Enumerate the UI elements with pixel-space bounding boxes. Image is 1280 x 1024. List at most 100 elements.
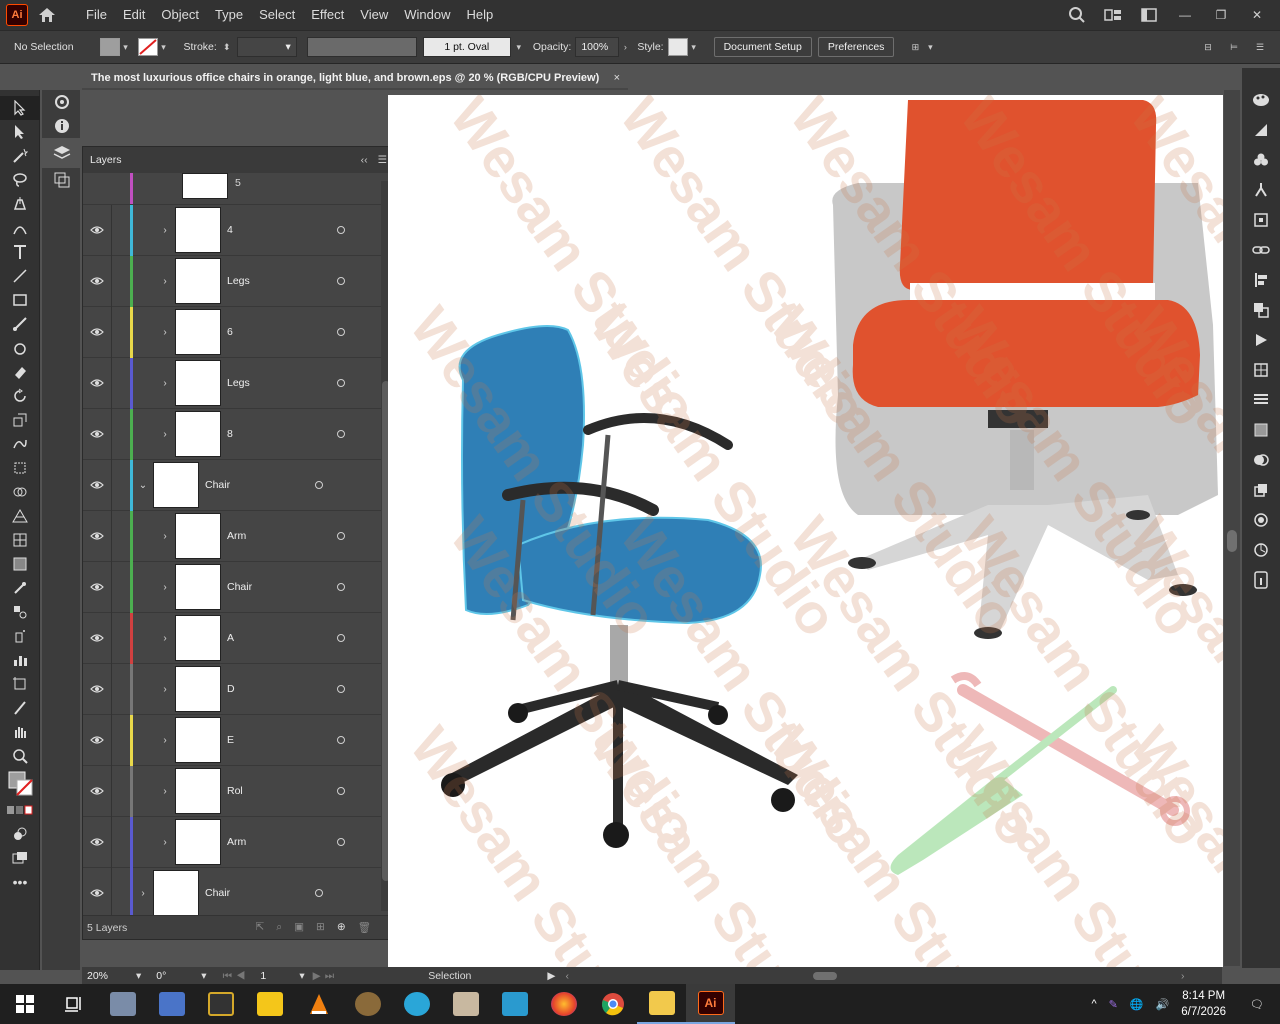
first-artboard-icon[interactable]: ⏮◀ bbox=[223, 970, 250, 983]
layer-row[interactable]: › E bbox=[83, 714, 381, 766]
volume-icon[interactable]: 🔊 bbox=[1156, 998, 1170, 1011]
pen-workspace-icon[interactable]: ✎ bbox=[1109, 998, 1118, 1011]
layer-name[interactable]: A bbox=[227, 632, 327, 644]
artboard-dropdown[interactable]: ▾ bbox=[299, 970, 304, 982]
panel-menu-icon[interactable]: ☰ bbox=[378, 154, 387, 166]
visibility-eye-icon[interactable] bbox=[83, 531, 111, 541]
graphic-style-swatch[interactable] bbox=[667, 38, 688, 56]
close-document-icon[interactable]: × bbox=[614, 72, 620, 84]
opacity-input[interactable]: 100% bbox=[575, 37, 620, 57]
transparency-panel-icon[interactable] bbox=[1242, 448, 1280, 472]
visibility-eye-icon[interactable] bbox=[83, 735, 111, 745]
taskbar-app-paint-icon[interactable] bbox=[441, 984, 490, 1024]
stroke-weight-stepper[interactable]: ⬍ bbox=[221, 38, 233, 56]
layer-name[interactable]: Legs bbox=[227, 377, 327, 389]
color-mode-icon[interactable] bbox=[0, 798, 40, 822]
style-dropdown[interactable]: ▾ bbox=[688, 38, 700, 56]
stroke-weight-input[interactable]: ▾ bbox=[236, 37, 297, 57]
visibility-eye-icon[interactable] bbox=[83, 888, 111, 898]
color-guide-panel-icon[interactable] bbox=[1242, 118, 1280, 142]
chevron-right-icon[interactable]: › bbox=[155, 633, 175, 644]
clipping-mask-icon[interactable]: ▣ bbox=[294, 921, 304, 934]
workspace-switcher-icon[interactable] bbox=[1102, 7, 1124, 23]
arrange-dropdown[interactable]: ▾ bbox=[924, 38, 936, 56]
visibility-eye-icon[interactable] bbox=[83, 378, 111, 388]
visibility-eye-icon[interactable] bbox=[83, 684, 111, 694]
visibility-eye-icon[interactable] bbox=[83, 327, 111, 337]
fill-stroke-icon[interactable] bbox=[0, 768, 40, 798]
chevron-right-icon[interactable]: › bbox=[155, 276, 175, 287]
layer-row[interactable]: ⌄ Chair bbox=[83, 459, 381, 511]
more-tools-icon[interactable]: ••• bbox=[0, 870, 40, 894]
target-circle-icon[interactable] bbox=[337, 838, 345, 846]
variable-width-profile[interactable] bbox=[306, 37, 417, 57]
brushes-panel-icon[interactable] bbox=[1242, 178, 1280, 202]
transform-panel-icon[interactable] bbox=[1242, 358, 1280, 382]
scroll-left-icon[interactable]: ‹ bbox=[565, 970, 569, 982]
layer-name[interactable]: Arm bbox=[227, 530, 327, 542]
curvature-tool-icon[interactable] bbox=[0, 216, 40, 240]
target-circle-icon[interactable] bbox=[337, 430, 345, 438]
symbols-panel-icon[interactable] bbox=[1242, 208, 1280, 232]
actions-panel-icon[interactable] bbox=[1242, 328, 1280, 352]
menu-select[interactable]: Select bbox=[251, 0, 303, 30]
document-info-panel-icon[interactable] bbox=[1242, 568, 1280, 592]
start-button-icon[interactable] bbox=[0, 984, 49, 1024]
vertical-scrollbar[interactable] bbox=[1224, 90, 1240, 966]
visibility-eye-icon[interactable] bbox=[83, 633, 111, 643]
screen-mode-icon[interactable] bbox=[0, 846, 40, 870]
taskbar-app-photos-icon[interactable] bbox=[98, 984, 147, 1024]
taskbar-app-studio-icon[interactable] bbox=[196, 984, 245, 1024]
layer-name[interactable]: Chair bbox=[205, 887, 305, 899]
scale-tool-icon[interactable] bbox=[0, 408, 40, 432]
align-icon[interactable]: ⊟ bbox=[1202, 38, 1214, 56]
layer-row[interactable]: › 6 bbox=[83, 306, 381, 358]
target-circle-icon[interactable] bbox=[315, 481, 323, 489]
hand-tool-icon[interactable] bbox=[0, 720, 40, 744]
layer-row[interactable]: › Chair bbox=[83, 867, 381, 919]
menu-window[interactable]: Window bbox=[396, 0, 458, 30]
menu-view[interactable]: View bbox=[352, 0, 396, 30]
target-circle-icon[interactable] bbox=[337, 226, 345, 234]
magic-wand-tool-icon[interactable] bbox=[0, 144, 40, 168]
taskbar-app-chrome-icon[interactable] bbox=[588, 984, 637, 1024]
close-window-icon[interactable]: ✕ bbox=[1246, 7, 1268, 23]
taskbar-app-video-editor-icon[interactable] bbox=[490, 984, 539, 1024]
color-panel-icon[interactable] bbox=[1242, 88, 1280, 112]
line-tool-icon[interactable] bbox=[0, 264, 40, 288]
panel-menu-icon[interactable]: ☰ bbox=[1254, 38, 1266, 56]
slice-tool-icon[interactable] bbox=[0, 696, 40, 720]
new-sublayer-icon[interactable]: ⊞ bbox=[316, 921, 325, 934]
zoom-tool-icon[interactable] bbox=[0, 744, 40, 768]
target-circle-icon[interactable] bbox=[337, 634, 345, 642]
visibility-eye-icon[interactable] bbox=[83, 480, 111, 490]
taskbar-app-illustrator-icon[interactable]: Ai bbox=[686, 984, 735, 1024]
layer-row[interactable]: › A bbox=[83, 612, 381, 664]
artboards-panel-icon[interactable] bbox=[42, 168, 82, 192]
layer-name[interactable]: E bbox=[227, 734, 327, 746]
chevron-right-icon[interactable]: › bbox=[133, 888, 153, 899]
layer-name[interactable]: D bbox=[227, 683, 327, 695]
transform-icon[interactable]: ⊨ bbox=[1228, 38, 1240, 56]
column-graph-tool-icon[interactable] bbox=[0, 648, 40, 672]
menu-help[interactable]: Help bbox=[458, 0, 501, 30]
target-circle-icon[interactable] bbox=[337, 379, 345, 387]
layer-row[interactable]: › Arm bbox=[83, 510, 381, 562]
target-circle-icon[interactable] bbox=[315, 889, 323, 897]
search-icon[interactable] bbox=[1066, 7, 1088, 23]
network-icon[interactable]: 🌐 bbox=[1130, 998, 1144, 1011]
arrange-documents-icon[interactable] bbox=[1138, 7, 1160, 23]
direct-selection-tool-icon[interactable] bbox=[0, 120, 40, 144]
type-tool-icon[interactable] bbox=[0, 240, 40, 264]
graphic-styles-panel-icon[interactable] bbox=[1242, 508, 1280, 532]
chevron-right-icon[interactable]: › bbox=[155, 684, 175, 695]
brush-dropdown[interactable]: ▾ bbox=[513, 38, 525, 56]
target-circle-icon[interactable] bbox=[337, 685, 345, 693]
zoom-level[interactable]: 20% bbox=[82, 968, 132, 984]
layers-panel-icon[interactable] bbox=[42, 138, 82, 168]
gradient-panel-icon[interactable] bbox=[1242, 418, 1280, 442]
target-circle-icon[interactable] bbox=[337, 277, 345, 285]
restore-icon[interactable]: ❐ bbox=[1210, 7, 1232, 23]
horizontal-scrollbar[interactable] bbox=[575, 970, 1175, 982]
chevron-right-icon[interactable]: › bbox=[155, 837, 175, 848]
